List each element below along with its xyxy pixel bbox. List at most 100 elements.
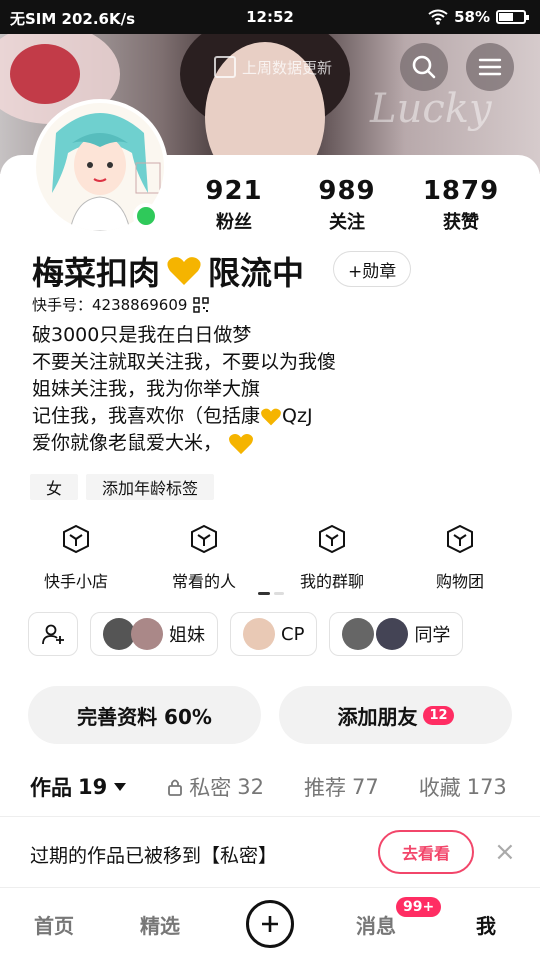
tab-count: 19 [78,775,108,799]
add-friends-button[interactable]: 添加朋友 12 [279,686,512,744]
profile-name-suffix: 限流中 [208,254,305,292]
tab-label: 作品 [30,776,72,800]
group-classmates[interactable]: 同学 [329,612,464,656]
group-label: CP [281,623,305,645]
group-cp[interactable]: CP [230,612,318,656]
menu-icon [478,58,502,76]
shortcut-group-buy[interactable]: 购物团 [396,524,524,592]
shortcut-shop[interactable]: 快手小店 [12,524,140,592]
status-bar: 无SIM 202.6K/s 12:52 58% [0,0,540,34]
shortcut-row: 快手小店 常看的人 我的群聊 购物团 [0,524,540,592]
complete-profile-button[interactable]: 完善资料 60% [28,686,261,744]
tab-count: 77 [351,775,379,799]
friend-groups: 姐妹 CP 同学 [28,612,464,656]
heart-icon [167,257,201,285]
shortcut-frequent[interactable]: 常看的人 [140,524,268,592]
create-button[interactable] [246,900,294,948]
menu-button[interactable] [466,43,514,91]
cube-icon [191,524,217,554]
tag-gender[interactable]: 女 [30,474,79,500]
group-avatar [131,618,163,650]
group-avatar [243,618,275,650]
shortcut-label: 我的群聊 [299,572,364,591]
close-icon[interactable]: × [494,837,516,867]
add-friends-label: 添加朋友 [337,704,418,729]
add-badge-button[interactable]: +勋章 [333,251,412,287]
content-tabs: 作品 19 私密 32 推荐 77 收藏 173 [30,772,507,802]
stat-label: 关注 [329,212,365,233]
bio-line-text: 爱你就像老鼠爱大米， [32,432,223,454]
group-avatar [342,618,375,650]
search-icon [412,55,436,79]
tab-works[interactable]: 作品 19 [30,772,127,802]
tab-label: 私密 [189,776,232,800]
shortcut-label: 快手小店 [43,572,108,591]
battery-percent: 58% [454,8,490,26]
stat-value: 1879 [422,176,500,206]
nav-me[interactable]: 我 [476,910,496,939]
bio-line-text: 记住我，我喜欢你（包括康 [32,405,261,427]
stat-followers[interactable]: 921 粉丝 [184,176,284,234]
cube-icon [63,524,89,554]
shortcut-groups[interactable]: 我的群聊 [268,524,396,592]
bio-line: 破3000只是我在白日做梦 [32,324,252,346]
qrcode-icon [193,296,210,313]
nav-home[interactable]: 首页 [34,910,74,939]
tab-favorites[interactable]: 收藏 173 [419,772,507,802]
watermark-text: 上周数据更新 [242,58,333,77]
expired-works-notice: 过期的作品已被移到【私密】 去看看 × [0,816,540,888]
stat-label: 获赞 [443,212,479,233]
stat-label: 粉丝 [216,212,252,233]
bio-line-suffix: QzJ [282,405,313,427]
tab-label: 推荐 [303,776,346,800]
banner-overlay-text: Lucky [370,86,492,132]
kuaishou-id[interactable]: 快手号：4238869609 [32,294,210,315]
profile-name-text: 梅菜扣肉 [32,254,161,292]
nav-featured[interactable]: 精选 [140,910,180,939]
group-avatar [376,618,409,650]
nav-messages[interactable]: 消息 [356,910,396,939]
notice-text: 过期的作品已被移到【私密】 [30,845,278,867]
bio-line-4: 记住我，我喜欢你（包括康 QzJ [32,403,336,430]
stat-following[interactable]: 989 关注 [297,176,397,234]
tab-private[interactable]: 私密 32 [167,772,264,802]
cube-icon [319,524,345,554]
bottom-nav: 首页 精选 消息 99+ 我 [0,888,540,960]
cube-icon [447,524,473,554]
stat-value: 921 [205,176,263,206]
profile-bio: 破3000只是我在白日做梦 不要关注就取关注我，不要以为我傻 姐妹关注我，我为你… [32,322,336,457]
battery-icon [496,10,529,24]
tab-recommended[interactable]: 推荐 77 [304,772,379,802]
add-group-button[interactable] [28,612,78,656]
heart-icon [229,433,253,454]
go-see-button[interactable]: 去看看 [378,830,474,874]
search-button[interactable] [400,43,448,91]
online-status-dot [133,203,159,229]
add-person-icon [42,624,64,645]
caret-down-icon [114,783,127,791]
tag-add-age[interactable]: 添加年龄标签 [86,474,215,500]
bio-line: 不要关注就取关注我，不要以为我傻 [32,351,337,373]
banner-watermark: 上周数据更新 [214,56,332,78]
tab-count: 173 [466,775,507,799]
stat-value: 989 [318,176,376,206]
group-label: 同学 [414,625,451,646]
tab-count: 32 [237,775,264,799]
profile-tags: 女 添加年龄标签 [30,474,215,500]
plus-icon [262,916,278,932]
group-label: 姐妹 [169,625,205,646]
stat-likes[interactable]: 1879 获赞 [411,176,511,234]
add-friends-count-badge: 12 [423,705,454,725]
page-indicator [258,592,284,595]
group-sisters[interactable]: 姐妹 [90,612,218,656]
profile-actions: 完善资料 60% 添加朋友 12 [28,686,512,744]
bio-line: 姐妹关注我，我为你举大旗 [32,378,261,400]
watermark-icon [214,56,236,78]
wifi-icon [428,9,448,25]
profile-name: 梅菜扣肉 限流中 [32,248,304,294]
kuaishou-id-text: 快手号：4238869609 [32,296,188,314]
bio-line-5: 爱你就像老鼠爱大米， [32,430,336,457]
banner-decoration [10,44,80,104]
heart-icon [261,408,281,425]
shortcut-label: 常看的人 [171,572,236,591]
